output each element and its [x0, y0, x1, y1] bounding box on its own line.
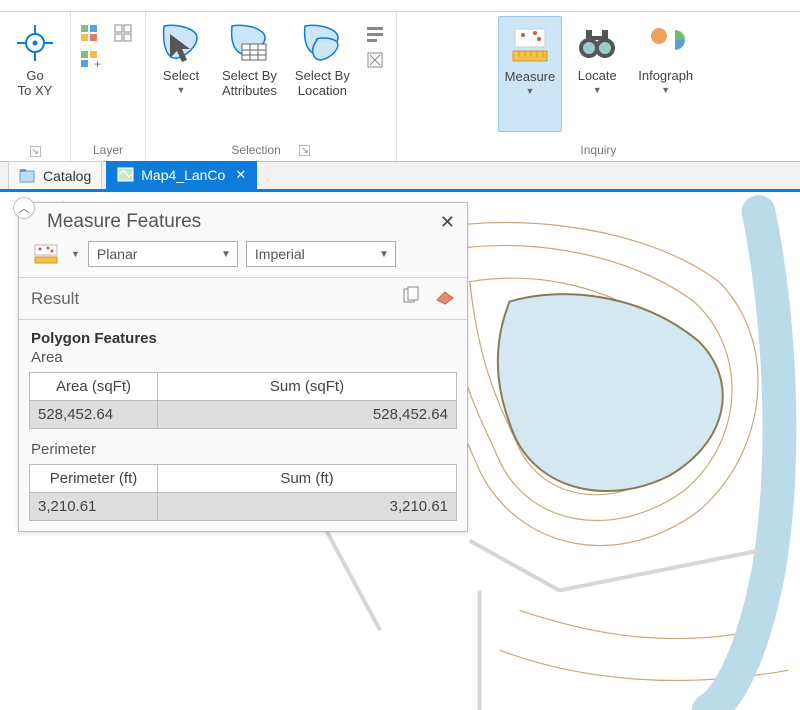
ribbon-group-inquiry: Measure ▼ Locate ▼	[396, 12, 800, 161]
go-to-xy-label: Go To XY	[18, 68, 53, 98]
select-by-location-button[interactable]: Select By Location	[289, 16, 356, 132]
ribbon-group-inquiry-label: Inquiry	[580, 143, 616, 157]
chevron-down-icon: ▼	[593, 85, 602, 95]
area-heading: Area	[19, 347, 467, 372]
locate-button[interactable]: Locate ▼	[568, 16, 626, 132]
eraser-icon	[433, 286, 455, 306]
ribbon-group-selection-label: Selection	[231, 143, 280, 157]
tab-map-label: Map4_LanCo	[141, 167, 225, 183]
tab-map[interactable]: Map4_LanCo ✕	[106, 161, 257, 189]
map-icon	[117, 167, 135, 183]
area-sum-value: 528,452.64	[158, 401, 457, 429]
perimeter-value: 3,210.61	[30, 493, 158, 521]
perimeter-col1-header: Perimeter (ft)	[30, 465, 158, 493]
tab-catalog-label: Catalog	[43, 168, 91, 184]
clear-result-button[interactable]	[433, 286, 455, 311]
pane-title: Measure Features	[47, 211, 201, 233]
swatch-grid-icon	[114, 24, 136, 44]
select-by-attributes-button[interactable]: Select By Attributes	[216, 16, 283, 132]
copy-icon	[401, 286, 421, 306]
layer-palette-1-button[interactable]	[77, 22, 105, 46]
select-by-location-label: Select By Location	[295, 68, 350, 98]
list-icon	[366, 25, 386, 43]
area-table: Area (sqFt) Sum (sqFt) 528,452.64 528,45…	[29, 372, 457, 429]
area-col1-header: Area (sqFt)	[30, 373, 158, 401]
close-icon[interactable]: ✕	[440, 212, 455, 233]
chevron-down-icon[interactable]: ▼	[71, 249, 80, 259]
chevron-down-icon: ▼	[177, 85, 186, 95]
clear-selection-button[interactable]	[362, 48, 390, 72]
ribbon-group-layer-label: Layer	[93, 143, 123, 157]
tab-catalog[interactable]: Catalog	[8, 161, 102, 189]
select-button[interactable]: Select ▼	[152, 16, 210, 132]
infographics-button[interactable]: Infograph ▼	[632, 16, 699, 132]
chevron-down-icon: ▼	[525, 86, 534, 96]
ribbon-group-selection: Select ▼ Select By Attributes	[145, 12, 396, 161]
chevron-down-icon: ▼	[661, 85, 670, 95]
layer-palette-2-button[interactable]: +	[77, 48, 105, 72]
chevron-down-icon: ▼	[379, 249, 389, 260]
ribbon-tab-strip	[0, 0, 800, 12]
collapse-toggle[interactable]: ︿	[13, 197, 35, 219]
ribbon: Go To XY ↘ + Layer	[0, 12, 800, 162]
color-grid-icon	[80, 24, 102, 44]
area-value: 528,452.64	[30, 401, 158, 429]
measure-label: Measure	[505, 69, 556, 84]
close-icon[interactable]: ✕	[235, 167, 246, 183]
crosshair-icon	[12, 20, 58, 66]
measure-method-value: Planar	[97, 246, 137, 262]
perimeter-table: Perimeter (ft) Sum (ft) 3,210.61 3,210.6…	[29, 464, 457, 521]
measure-units-value: Imperial	[255, 246, 305, 262]
dialog-launcher-icon[interactable]: ↘	[30, 146, 41, 157]
infographics-label: Infograph	[638, 68, 693, 83]
clear-selection-icon	[366, 51, 386, 69]
result-label: Result	[31, 289, 79, 309]
polygon-features-heading: Polygon Features	[19, 320, 467, 347]
measure-features-pane: ︿ Measure Features ✕ ▼ Planar ▼ Imperial…	[18, 202, 468, 532]
ribbon-group-navigation: Go To XY ↘	[0, 12, 70, 161]
document-tab-bar: Catalog Map4_LanCo ✕	[0, 162, 800, 192]
selection-options-button[interactable]	[362, 22, 390, 46]
select-label: Select	[163, 68, 199, 83]
map-view[interactable]: ︿ Measure Features ✕ ▼ Planar ▼ Imperial…	[0, 192, 800, 710]
svg-text:+: +	[94, 57, 101, 70]
area-col2-header: Sum (sqFt)	[158, 373, 457, 401]
measure-mode-button[interactable]	[31, 242, 63, 266]
binoculars-icon	[574, 20, 620, 66]
perimeter-sum-value: 3,210.61	[158, 493, 457, 521]
dialog-launcher-icon[interactable]: ↘	[299, 145, 310, 156]
go-to-xy-button[interactable]: Go To XY	[6, 16, 64, 132]
layer-swatches-button[interactable]	[111, 22, 139, 46]
infographics-icon	[643, 20, 689, 66]
measure-units-combo[interactable]: Imperial ▼	[246, 241, 396, 267]
ribbon-group-layer: + Layer	[70, 12, 145, 161]
select-by-attributes-label: Select By Attributes	[222, 68, 277, 98]
chevron-up-icon: ︿	[19, 200, 30, 216]
add-grid-icon: +	[80, 50, 102, 70]
perimeter-heading: Perimeter	[19, 439, 467, 464]
ruler-icon	[507, 21, 553, 67]
select-location-icon	[299, 20, 345, 66]
chevron-down-icon: ▼	[221, 249, 231, 260]
perimeter-col2-header: Sum (ft)	[158, 465, 457, 493]
copy-result-button[interactable]	[401, 286, 421, 311]
locate-label: Locate	[578, 68, 617, 83]
measure-method-combo[interactable]: Planar ▼	[88, 241, 238, 267]
select-attributes-icon	[226, 20, 272, 66]
catalog-icon	[19, 168, 37, 184]
ruler-icon	[34, 244, 60, 264]
select-cursor-icon	[158, 20, 204, 66]
measure-button[interactable]: Measure ▼	[498, 16, 563, 132]
